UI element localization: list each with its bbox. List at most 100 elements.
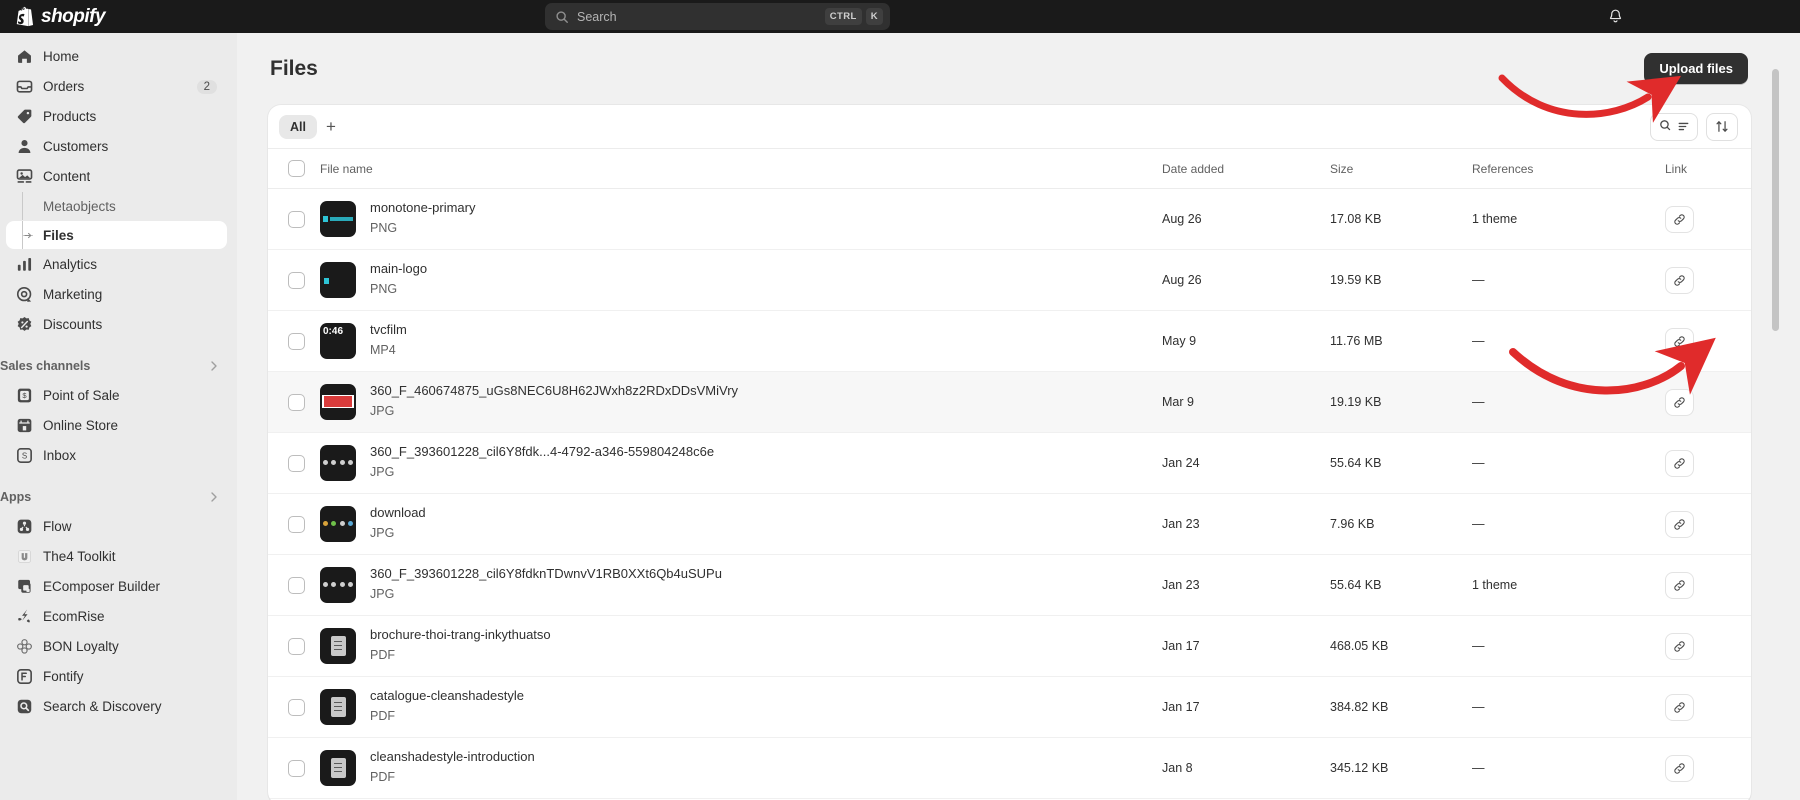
sidebar-item-ecomrise[interactable]: EcomRise: [6, 602, 227, 631]
sidebar-item-fontify[interactable]: Fontify: [6, 662, 227, 691]
sidebar-item-discounts[interactable]: Discounts: [6, 310, 227, 339]
column-header-file-name[interactable]: File name: [312, 149, 1162, 189]
sidebar-item-marketing[interactable]: Marketing: [6, 280, 227, 309]
file-name-cell[interactable]: download JPG: [312, 493, 1162, 555]
sort-button[interactable]: [1706, 112, 1738, 141]
sidebar-item-content[interactable]: Content: [6, 162, 227, 191]
file-name-cell[interactable]: brochure-thoi-trang-inkythuatso PDF: [312, 615, 1162, 677]
table-row[interactable]: brochure-thoi-trang-inkythuatso PDF Jan 17…: [268, 615, 1751, 677]
file-name-cell[interactable]: 360_F_393601228_cil6Y8fdk...4-4792-a346-…: [312, 432, 1162, 494]
tab-all[interactable]: All: [279, 114, 317, 139]
page-title: Files: [270, 57, 318, 80]
sidebar-item-analytics[interactable]: Analytics: [6, 250, 227, 279]
file-name-cell[interactable]: cleanshadestyle-introduction PDF: [312, 737, 1162, 799]
sidebar-item-inbox[interactable]: S Inbox: [6, 441, 227, 470]
sidebar-item-customers[interactable]: Customers: [6, 132, 227, 161]
table-row[interactable]: 0:46 tvcfilm MP4 May 9 11.76 MB —: [268, 310, 1751, 372]
file-name-cell[interactable]: 0:46 tvcfilm MP4: [312, 310, 1162, 372]
global-search-bar[interactable]: Search CTRL K: [545, 3, 890, 30]
column-header-date-added[interactable]: Date added: [1162, 149, 1330, 189]
table-row[interactable]: download JPG Jan 23 7.96 KB —: [268, 493, 1751, 555]
references-value: —: [1472, 273, 1485, 287]
row-checkbox[interactable]: [288, 759, 305, 777]
file-thumbnail[interactable]: [320, 383, 356, 420]
row-checkbox[interactable]: [288, 515, 305, 533]
row-checkbox[interactable]: [288, 454, 305, 472]
file-thumbnail[interactable]: [320, 505, 356, 542]
row-checkbox[interactable]: [288, 393, 305, 411]
size-cell: 19.19 KB: [1330, 371, 1472, 433]
file-thumbnail[interactable]: 0:46: [320, 322, 356, 359]
copy-link-button[interactable]: [1665, 693, 1694, 721]
row-checkbox[interactable]: [288, 637, 305, 655]
column-header-link[interactable]: Link: [1665, 149, 1751, 189]
copy-link-button[interactable]: [1665, 754, 1694, 782]
orders-count-badge: 2: [196, 79, 217, 94]
shopify-brand[interactable]: shopify: [14, 6, 214, 28]
table-row[interactable]: main-logo PNG Aug 26 19.59 KB —: [268, 249, 1751, 311]
file-thumbnail[interactable]: [320, 566, 356, 603]
page-scrollbar[interactable]: [1772, 69, 1780, 800]
size-value: 55.64 KB: [1330, 578, 1382, 592]
sidebar-item-online-store[interactable]: Online Store: [6, 411, 227, 440]
file-name-cell[interactable]: main-logo PNG: [312, 249, 1162, 311]
file-thumbnail[interactable]: [320, 688, 356, 725]
table-row[interactable]: 360_F_393601228_cil6Y8fdk...4-4792-a346-…: [268, 432, 1751, 494]
link-chain-icon: [1674, 274, 1685, 286]
sidebar-item-products[interactable]: Products: [6, 102, 227, 131]
file-thumbnail[interactable]: [320, 200, 356, 237]
apps-section-header[interactable]: Apps: [0, 484, 221, 510]
table-row[interactable]: 360_F_393601228_cil6Y8fdknTDwnvV1RB0XXt6…: [268, 554, 1751, 616]
file-thumbnail[interactable]: [320, 444, 356, 481]
sidebar-item-ecomposer-builder[interactable]: EComposer Builder: [6, 572, 227, 601]
sidebar-item-search-and-discovery[interactable]: Search & Discovery: [6, 692, 227, 721]
file-name-cell[interactable]: catalogue-cleanshadestyle PDF: [312, 676, 1162, 738]
table-row[interactable]: cleanshadestyle-introduction PDF Jan 8 345.…: [268, 737, 1751, 799]
row-checkbox[interactable]: [288, 271, 305, 289]
copy-link-button[interactable]: [1665, 327, 1694, 355]
row-checkbox[interactable]: [288, 576, 305, 594]
table-row[interactable]: monotone-primary PNG Aug 26 17.08 KB 1 theme: [268, 188, 1751, 250]
copy-link-button[interactable]: [1665, 388, 1694, 416]
sidebar-item-home[interactable]: Home: [6, 42, 227, 71]
date-added-value: Aug 26: [1162, 273, 1202, 287]
file-thumbnail[interactable]: [320, 749, 356, 786]
copy-link-button[interactable]: [1665, 205, 1694, 233]
sidebar-item-files[interactable]: Files: [6, 221, 227, 249]
copy-link-button[interactable]: [1665, 266, 1694, 294]
table-row[interactable]: 360_F_460674875_uGs8NEC6U8H62JWxh8z2RDxD…: [268, 371, 1751, 433]
table-row[interactable]: catalogue-cleanshadestyle PDF Jan 17 384.82…: [268, 676, 1751, 738]
scrollbar-thumb[interactable]: [1772, 69, 1779, 331]
file-thumbnail[interactable]: [320, 627, 356, 664]
column-header-size[interactable]: Size: [1330, 149, 1472, 189]
add-view-button[interactable]: +: [317, 118, 345, 135]
row-checkbox[interactable]: [288, 210, 305, 228]
size-value: 17.08 KB: [1330, 212, 1382, 226]
sidebar-item-bon-loyalty[interactable]: BON Loyalty: [6, 632, 227, 661]
search-and-filter-button[interactable]: [1650, 112, 1698, 141]
the4-toolkit-app-icon: [18, 550, 31, 563]
copy-link-button[interactable]: [1665, 510, 1694, 538]
sidebar-item-flow[interactable]: Flow: [6, 512, 227, 541]
copy-link-button[interactable]: [1665, 449, 1694, 477]
file-name-cell[interactable]: 360_F_393601228_cil6Y8fdknTDwnvV1RB0XXt6…: [312, 554, 1162, 616]
sales-channels-section-header[interactable]: Sales channels: [0, 353, 221, 379]
upload-files-button[interactable]: Upload files: [1644, 53, 1748, 84]
sidebar-item-the4-toolkit[interactable]: The4 Toolkit: [6, 542, 227, 571]
row-checkbox[interactable]: [288, 332, 305, 350]
sidebar-item-point-of-sale[interactable]: $ Point of Sale: [6, 381, 227, 410]
sidebar-item-metaobjects[interactable]: Metaobjects: [6, 192, 227, 220]
link-cell: [1665, 249, 1751, 311]
file-name-cell[interactable]: 360_F_460674875_uGs8NEC6U8H62JWxh8z2RDxD…: [312, 371, 1162, 433]
copy-link-button[interactable]: [1665, 632, 1694, 660]
sidebar-item-orders[interactable]: Orders 2: [6, 72, 227, 101]
link-cell: [1665, 188, 1751, 250]
row-checkbox[interactable]: [288, 698, 305, 716]
bell-icon[interactable]: [1607, 8, 1624, 25]
file-name-cell[interactable]: monotone-primary PNG: [312, 188, 1162, 250]
file-thumbnail[interactable]: [320, 261, 356, 298]
copy-link-button[interactable]: [1665, 571, 1694, 599]
apps-label: Apps: [0, 490, 32, 504]
select-all-checkbox[interactable]: [288, 160, 305, 177]
column-header-references[interactable]: References: [1472, 149, 1665, 189]
